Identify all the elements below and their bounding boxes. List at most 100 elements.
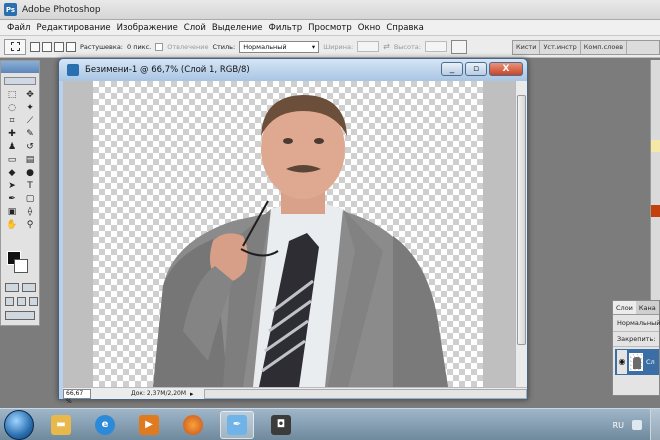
eye-icon[interactable]: ◉ (617, 350, 627, 374)
tool-grid: ⬚ ✥ ◌ ✦ ⌗ ⟋ ✚ ✎ ♟ ↺ ▭ ▤ ◆ ● ➤ T ✒ ▢ ▣ ⟠ … (1, 89, 39, 230)
swatch-panel-chip[interactable] (651, 205, 660, 217)
path-selection-icon[interactable]: ➤ (4, 180, 20, 191)
height-input[interactable] (424, 41, 447, 52)
lasso-tool-icon[interactable]: ◌ (4, 102, 20, 113)
tab-channels[interactable]: Кана (636, 301, 659, 314)
zoom-tool-icon[interactable]: ⚲ (22, 219, 38, 230)
well-tab-tool-presets[interactable]: Уст.инстр (540, 41, 581, 54)
intersect-selection-mode[interactable] (66, 41, 76, 52)
mask-mode-row (5, 283, 36, 292)
person-photo (153, 95, 448, 387)
screen-mode-full-icon[interactable] (29, 297, 38, 306)
lock-label: Закрепить: (617, 335, 656, 343)
feather-value[interactable]: 0 пикс. (127, 43, 151, 51)
app-title: Adobe Photoshop (22, 4, 101, 15)
eyedropper-tool-icon[interactable]: ⟠ (22, 206, 38, 217)
maximize-button[interactable]: ▫ (465, 62, 487, 76)
new-selection-mode[interactable] (30, 41, 40, 52)
document-icon (67, 64, 79, 76)
taskbar-explorer[interactable]: ▬ (44, 411, 78, 439)
show-desktop-button[interactable] (650, 409, 660, 440)
menu-image[interactable]: Изображение (114, 23, 181, 33)
zoom-field[interactable]: 66,67 % (63, 388, 91, 405)
start-button[interactable] (4, 409, 34, 440)
window-buttons: _ ▫ X (441, 62, 523, 76)
blur-tool-icon[interactable]: ◆ (4, 167, 20, 178)
vertical-scrollbar[interactable] (515, 81, 527, 387)
standard-mode-icon[interactable] (5, 283, 19, 292)
pen-tool-icon[interactable]: ✒ (4, 193, 20, 204)
close-button[interactable]: X (489, 62, 523, 76)
selection-modes (30, 41, 76, 52)
notes-tool-icon[interactable]: ▣ (4, 206, 20, 217)
type-tool-icon[interactable]: T (22, 180, 38, 191)
gradient-tool-icon[interactable]: ▤ (22, 154, 38, 165)
toolbox: ⬚ ✥ ◌ ✦ ⌗ ⟋ ✚ ✎ ♟ ↺ ▭ ▤ ◆ ● ➤ T ✒ ▢ ▣ ⟠ … (0, 60, 40, 326)
dodge-tool-icon[interactable]: ● (22, 167, 38, 178)
width-input[interactable] (357, 41, 380, 52)
language-indicator[interactable]: RU (613, 421, 624, 430)
tray-icon[interactable] (632, 420, 642, 430)
taskbar-internet-explorer[interactable]: e (88, 411, 122, 439)
menu-help[interactable]: Справка (383, 23, 426, 33)
firefox-icon (183, 414, 203, 435)
document-canvas[interactable] (93, 81, 483, 387)
hand-tool-icon[interactable]: ✋ (4, 219, 20, 230)
screen-mode-standard-icon[interactable] (5, 297, 14, 306)
horizontal-scrollbar[interactable] (203, 388, 527, 399)
feather-logo-icon[interactable] (4, 77, 36, 85)
menu-filter[interactable]: Фильтр (266, 23, 306, 33)
taskbar-photoshop[interactable]: ✒ (220, 410, 254, 439)
jump-row (5, 311, 35, 320)
internet-explorer-icon: e (95, 414, 115, 435)
tool-preset-picker[interactable] (4, 38, 26, 55)
antialias-checkbox[interactable] (155, 42, 164, 51)
swap-icon[interactable]: ⇄ (383, 42, 390, 51)
menu-view[interactable]: Просмотр (305, 23, 355, 33)
document-title: Безимени-1 @ 66,7% (Слой 1, RGB/8) (85, 65, 250, 75)
subtract-selection-mode[interactable] (54, 41, 64, 52)
slice-tool-icon[interactable]: ⟋ (22, 115, 38, 126)
taskbar-media-player[interactable]: ▶ (132, 411, 166, 439)
menu-layer[interactable]: Слой (181, 23, 209, 33)
layer-name: Сл (646, 358, 655, 366)
menu-file[interactable]: Файл (4, 23, 33, 33)
background-color-swatch[interactable] (14, 259, 28, 273)
well-tab-layer-comps[interactable]: Комп.слоев (581, 41, 628, 54)
add-selection-mode[interactable] (42, 41, 52, 52)
tab-layers[interactable]: Слои (613, 301, 636, 314)
screen-mode-menu-icon[interactable] (17, 297, 26, 306)
status-menu-icon[interactable]: ▸ (190, 390, 194, 398)
jump-to-imageready-icon[interactable] (5, 311, 35, 320)
crop-tool-icon[interactable]: ⌗ (4, 115, 20, 126)
brush-tool-icon[interactable]: ✎ (22, 128, 38, 139)
healing-brush-icon[interactable]: ✚ (4, 128, 20, 139)
menu-edit[interactable]: Редактирование (33, 23, 113, 33)
quick-mask-icon[interactable] (22, 283, 36, 292)
layer-thumbnail (629, 353, 643, 371)
shape-tool-icon[interactable]: ▢ (22, 193, 38, 204)
style-value: Нормальный (243, 42, 287, 51)
layer-row[interactable]: ◉ Сл (615, 349, 659, 375)
history-brush-icon[interactable]: ↺ (22, 141, 38, 152)
toolbox-header[interactable] (1, 61, 39, 73)
height-label: Высота: (393, 42, 421, 51)
menu-select[interactable]: Выделение (209, 23, 266, 33)
clone-stamp-icon[interactable]: ♟ (4, 141, 20, 152)
marquee-tool-icon[interactable]: ⬚ (4, 89, 20, 100)
screen-mode-row (5, 297, 38, 306)
magic-wand-tool-icon[interactable]: ✦ (22, 102, 38, 113)
eraser-tool-icon[interactable]: ▭ (4, 154, 20, 165)
taskbar-firefox[interactable] (176, 411, 210, 439)
file-browser-button[interactable] (450, 39, 467, 54)
taskbar-camera[interactable]: ◘ (264, 411, 298, 439)
color-panel-chip[interactable] (651, 140, 660, 152)
menu-window[interactable]: Окно (355, 23, 384, 33)
blend-mode-select[interactable]: Нормальный (613, 315, 660, 332)
style-select[interactable]: Нормальный ▾ (239, 40, 320, 53)
well-tab-brushes[interactable]: Кисти (513, 41, 541, 54)
jacket-shade-right (393, 236, 448, 387)
vertical-scroll-thumb[interactable] (517, 95, 526, 345)
move-tool-icon[interactable]: ✥ (22, 89, 38, 100)
minimize-button[interactable]: _ (441, 62, 463, 76)
